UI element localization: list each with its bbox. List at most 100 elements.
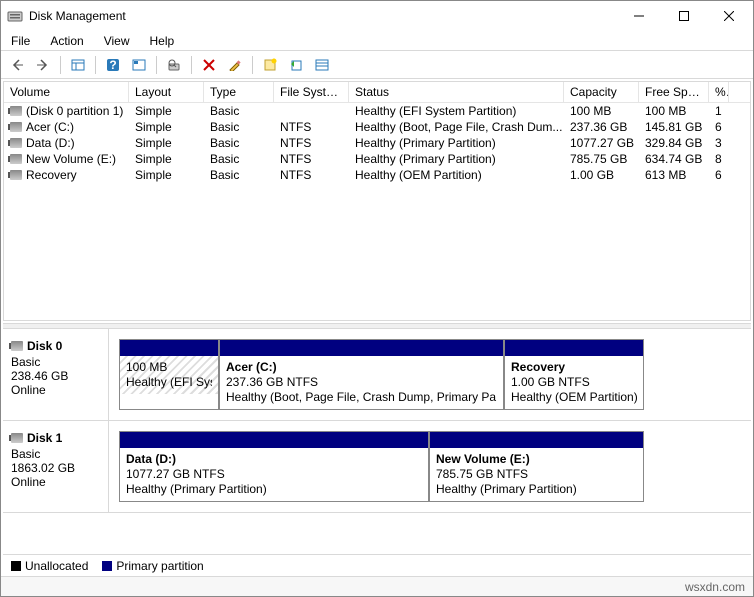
partition-size: 100 MB	[126, 360, 212, 375]
title-bar: Disk Management	[1, 1, 753, 31]
partition[interactable]: New Volume (E:)785.75 GB NTFSHealthy (Pr…	[429, 431, 644, 502]
menu-view[interactable]: View	[94, 32, 140, 50]
volume-row[interactable]: New Volume (E:)SimpleBasicNTFSHealthy (P…	[4, 151, 750, 167]
volume-row[interactable]: Acer (C:)SimpleBasicNTFSHealthy (Boot, P…	[4, 119, 750, 135]
column-header-capacity[interactable]: Capacity	[564, 82, 639, 102]
volume-capacity: 100 MB	[564, 103, 639, 119]
volume-row[interactable]: Data (D:)SimpleBasicNTFSHealthy (Primary…	[4, 135, 750, 151]
partition-status: Healthy (Primary Partition)	[436, 482, 637, 497]
disk-state: Online	[11, 383, 100, 397]
disk-state: Online	[11, 475, 100, 489]
column-header-percent[interactable]: %	[709, 82, 729, 102]
disk-icon	[11, 341, 23, 351]
menu-file[interactable]: File	[5, 32, 40, 50]
column-header-filesystem[interactable]: File System	[274, 82, 349, 102]
list-view-button[interactable]	[310, 54, 334, 76]
maximize-button[interactable]	[661, 2, 706, 31]
rescan-button[interactable]	[162, 54, 186, 76]
volume-icon	[10, 106, 22, 116]
toolbar: ?	[1, 51, 753, 79]
partition[interactable]: 100 MBHealthy (EFI System Partition)	[119, 339, 219, 410]
swatch-black	[11, 561, 21, 571]
volume-fs: NTFS	[274, 167, 349, 183]
volume-icon	[10, 122, 22, 132]
volume-status: Healthy (Boot, Page File, Crash Dum...	[349, 119, 564, 135]
disk-name: Disk 1	[27, 431, 62, 445]
partition-title: Acer (C:)	[226, 360, 277, 374]
toolbar-separator	[60, 56, 61, 74]
attach-vhd-button[interactable]	[284, 54, 308, 76]
toolbar-separator	[191, 56, 192, 74]
volume-free: 145.81 GB	[639, 119, 709, 135]
legend: Unallocated Primary partition	[3, 554, 751, 576]
volume-name: Acer (C:)	[26, 120, 74, 134]
volume-type: Basic	[204, 151, 274, 167]
volume-list[interactable]: Volume Layout Type File System Status Ca…	[3, 81, 751, 321]
legend-unallocated: Unallocated	[11, 559, 88, 573]
svg-text:?: ?	[109, 58, 116, 72]
column-header-type[interactable]: Type	[204, 82, 274, 102]
toolbar-separator	[95, 56, 96, 74]
column-header-status[interactable]: Status	[349, 82, 564, 102]
disk-name: Disk 0	[27, 339, 62, 353]
partition-title: New Volume (E:)	[436, 452, 530, 466]
partition[interactable]: Recovery1.00 GB NTFSHealthy (OEM Partiti…	[504, 339, 644, 410]
partition-status: Healthy (Primary Partition)	[126, 482, 422, 497]
volume-type: Basic	[204, 119, 274, 135]
partition-bar	[120, 340, 218, 356]
column-header-freespace[interactable]: Free Spa...	[639, 82, 709, 102]
forward-button[interactable]	[31, 54, 55, 76]
partition-status: Healthy (OEM Partition)	[511, 390, 637, 405]
volume-icon	[10, 154, 22, 164]
volume-name: Data (D:)	[26, 136, 75, 150]
volume-capacity: 237.36 GB	[564, 119, 639, 135]
partition-title: Recovery	[511, 360, 565, 374]
partition-size: 1077.27 GB NTFS	[126, 467, 422, 482]
partition-title: Data (D:)	[126, 452, 176, 466]
partition-size: 237.36 GB NTFS	[226, 375, 497, 390]
column-header-volume[interactable]: Volume	[4, 82, 129, 102]
volume-fs: NTFS	[274, 135, 349, 151]
volume-name: (Disk 0 partition 1)	[26, 104, 123, 118]
volume-type: Basic	[204, 135, 274, 151]
partition-size: 785.75 GB NTFS	[436, 467, 637, 482]
volume-status: Healthy (Primary Partition)	[349, 135, 564, 151]
volume-row[interactable]: RecoverySimpleBasicNTFSHealthy (OEM Part…	[4, 167, 750, 183]
delete-button[interactable]	[197, 54, 221, 76]
volume-free: 613 MB	[639, 167, 709, 183]
refresh-button[interactable]	[127, 54, 151, 76]
volume-row[interactable]: (Disk 0 partition 1)SimpleBasicHealthy (…	[4, 103, 750, 119]
menu-action[interactable]: Action	[40, 32, 93, 50]
volume-capacity: 1.00 GB	[564, 167, 639, 183]
volume-pct: 1	[709, 103, 729, 119]
new-volume-button[interactable]	[258, 54, 282, 76]
volume-free: 329.84 GB	[639, 135, 709, 151]
help-button[interactable]: ?	[101, 54, 125, 76]
volume-free: 634.74 GB	[639, 151, 709, 167]
disk-info[interactable]: Disk 1Basic1863.02 GBOnline	[3, 421, 109, 512]
menu-help[interactable]: Help	[140, 32, 185, 50]
partition-bar	[120, 432, 428, 448]
partition[interactable]: Data (D:)1077.27 GB NTFSHealthy (Primary…	[119, 431, 429, 502]
partition-status: Healthy (Boot, Page File, Crash Dump, Pr…	[226, 390, 497, 405]
properties-button[interactable]	[223, 54, 247, 76]
disk-row: Disk 1Basic1863.02 GBOnlineData (D:)1077…	[3, 421, 751, 513]
view-button[interactable]	[66, 54, 90, 76]
volume-layout: Simple	[129, 167, 204, 183]
window-title: Disk Management	[29, 9, 616, 23]
partition-size: 1.00 GB NTFS	[511, 375, 637, 390]
minimize-button[interactable]	[616, 2, 661, 31]
partition-bar	[430, 432, 643, 448]
volume-capacity: 1077.27 GB	[564, 135, 639, 151]
disk-row: Disk 0Basic238.46 GBOnline100 MBHealthy …	[3, 329, 751, 421]
back-button[interactable]	[5, 54, 29, 76]
toolbar-separator	[252, 56, 253, 74]
volume-list-header: Volume Layout Type File System Status Ca…	[4, 82, 750, 103]
column-header-layout[interactable]: Layout	[129, 82, 204, 102]
disk-info[interactable]: Disk 0Basic238.46 GBOnline	[3, 329, 109, 420]
menu-bar: File Action View Help	[1, 31, 753, 51]
partition[interactable]: Acer (C:)237.36 GB NTFSHealthy (Boot, Pa…	[219, 339, 504, 410]
volume-fs: NTFS	[274, 119, 349, 135]
volume-free: 100 MB	[639, 103, 709, 119]
close-button[interactable]	[706, 2, 751, 31]
